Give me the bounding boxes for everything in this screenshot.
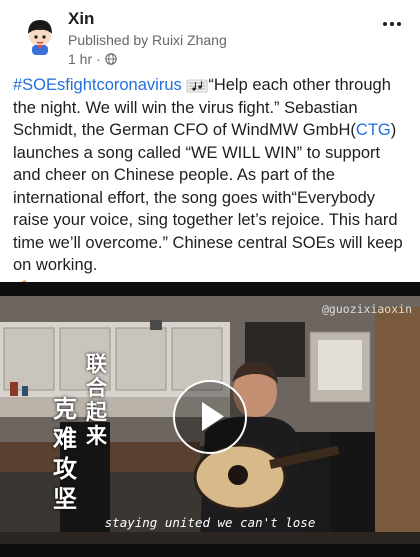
avatar[interactable] <box>18 14 62 58</box>
post-text-part2: ) launches a song called “WE WILL WIN” t… <box>13 121 403 274</box>
time-label: 1 hr <box>68 51 93 67</box>
hashtag-link[interactable]: #SOEsfightcoronavirus <box>13 76 182 94</box>
post-timestamp[interactable]: 1 hr · <box>68 51 117 67</box>
overlay-chinese-text-1: 联合起来 <box>86 351 107 448</box>
time-separator: · <box>96 51 101 67</box>
more-dot <box>390 22 394 26</box>
more-dot <box>397 22 401 26</box>
more-options-button[interactable] <box>378 14 406 34</box>
published-by-text: Published by Ruixi Zhang <box>68 32 227 48</box>
overlay-chinese-text-2: 克难攻坚 <box>53 394 77 513</box>
post-header: Xin Published by Ruixi Zhang 1 hr · <box>0 0 420 72</box>
play-icon <box>202 402 224 431</box>
post-text: #SOEsfightcoronavirus “Help each other t… <box>13 74 409 299</box>
music-notes-icon <box>187 79 208 92</box>
video-player[interactable]: @guozixiaoxin 联合起来 克难攻坚 staying united w… <box>0 282 420 557</box>
more-dot <box>383 22 387 26</box>
ctg-link[interactable]: CTG <box>356 121 391 139</box>
play-button[interactable] <box>173 380 247 454</box>
globe-icon <box>105 53 117 65</box>
author-name[interactable]: Xin <box>68 9 94 29</box>
video-subtitle: staying united we can't lose <box>104 515 316 530</box>
cartoon-avatar-icon <box>18 14 62 58</box>
video-watermark: @guozixiaoxin <box>321 302 412 316</box>
